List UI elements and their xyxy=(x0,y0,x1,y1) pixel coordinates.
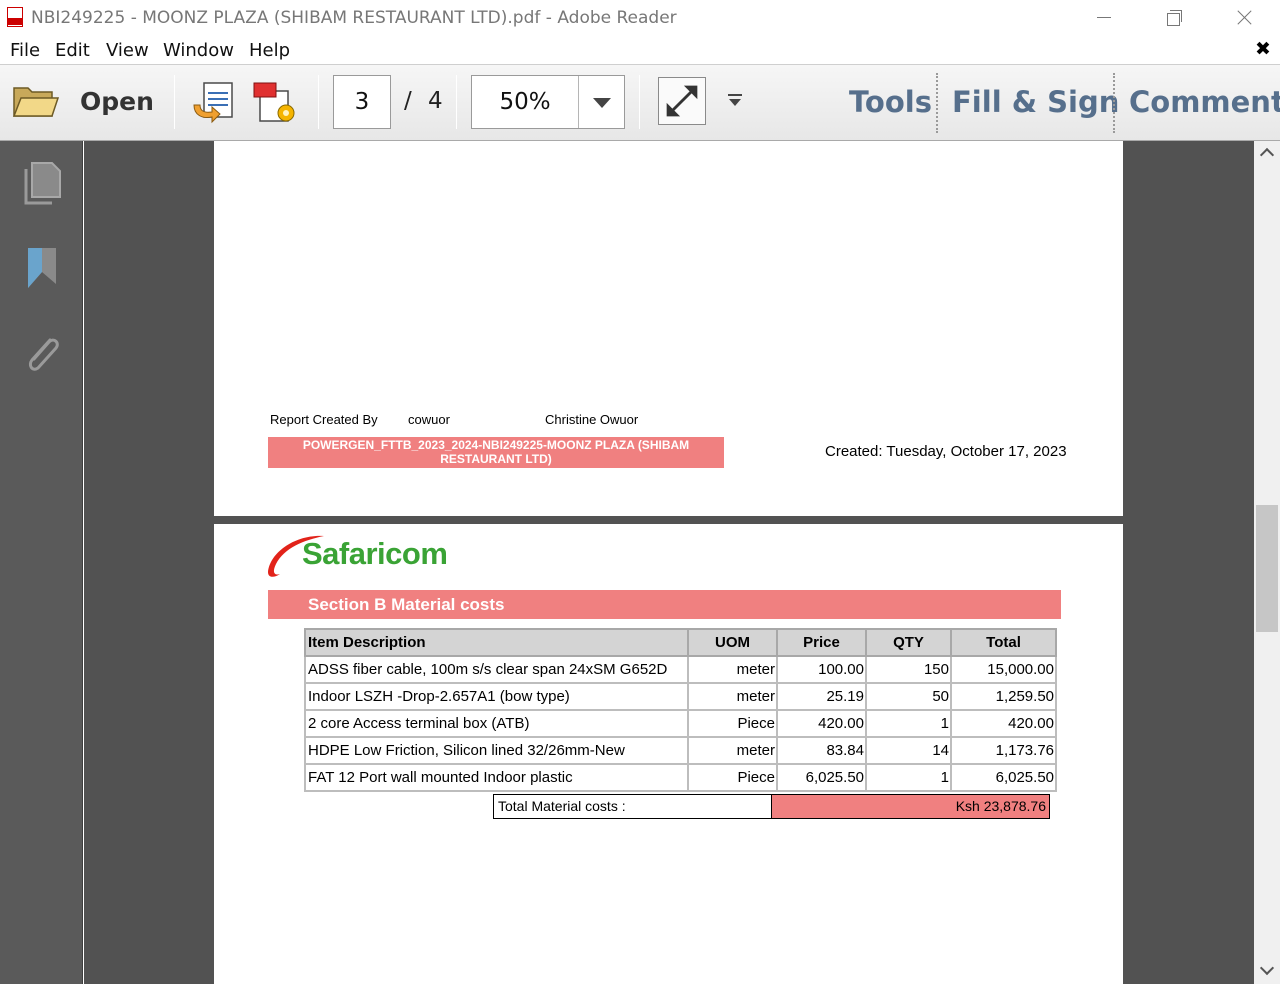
pdf-app-icon xyxy=(7,7,23,27)
pdf-page-3: Report Created By cowuor Christine Owuor… xyxy=(214,141,1123,516)
document-viewport: Report Created By cowuor Christine Owuor… xyxy=(84,141,1254,984)
cell-total: 420.00 xyxy=(950,709,1057,738)
cell-uom: meter xyxy=(687,736,778,765)
comment-pane-button[interactable]: Comment xyxy=(1129,85,1280,119)
export-pdf-icon[interactable] xyxy=(190,79,238,125)
toolbar: Open 3 / 4 50% Tools Fill & Sign Comment xyxy=(0,65,1280,141)
adobe-reader-window: NBI249225 - MOONZ PLAZA (SHIBAM RESTAURA… xyxy=(0,0,1280,984)
toolbar-separator xyxy=(174,75,175,129)
total-label: Total Material costs : xyxy=(493,794,772,819)
page-separator: / xyxy=(404,88,412,114)
total-material-costs-row: Total Material costs : Ksh 23,878.76 xyxy=(493,794,1051,819)
cell-total: 6,025.50 xyxy=(950,763,1057,792)
cell-price: 25.19 xyxy=(776,682,867,711)
scroll-up-icon[interactable] xyxy=(1259,147,1275,163)
section-header: Section B Material costs xyxy=(268,590,1061,619)
logo-wordmark: Safaricom xyxy=(302,536,448,571)
menu-window[interactable]: Window xyxy=(163,40,234,61)
cell-price: 6,025.50 xyxy=(776,763,867,792)
expand-arrows-icon xyxy=(666,85,698,117)
section-title: Section B Material costs xyxy=(308,595,505,614)
close-document-icon[interactable]: ✖ xyxy=(1255,38,1271,60)
cell-total: 1,173.76 xyxy=(950,736,1057,765)
full-screen-button[interactable] xyxy=(658,77,706,125)
zoom-value[interactable]: 50% xyxy=(472,76,579,128)
scroll-down-icon[interactable] xyxy=(1259,960,1275,976)
paperclip-icon[interactable] xyxy=(20,330,64,378)
cell-description: FAT 12 Port wall mounted Indoor plastic xyxy=(304,763,689,792)
menu-edit[interactable]: Edit xyxy=(55,40,90,61)
report-user-id: cowuor xyxy=(408,412,450,427)
menu-help[interactable]: Help xyxy=(249,40,290,61)
close-window-button[interactable] xyxy=(1220,4,1266,32)
create-pdf-icon[interactable] xyxy=(252,79,300,125)
restore-button[interactable] xyxy=(1150,4,1196,32)
menu-file[interactable]: File xyxy=(10,40,40,61)
total-pages: 4 xyxy=(428,88,443,114)
title-bar: NBI249225 - MOONZ PLAZA (SHIBAM RESTAURA… xyxy=(0,0,1280,36)
material-cost-table: Item Description UOM Price QTY Total ADS… xyxy=(304,628,1057,792)
tools-pane-button[interactable]: Tools xyxy=(849,85,932,119)
table-header-row: Item Description UOM Price QTY Total xyxy=(304,628,1057,657)
chevron-down-icon[interactable] xyxy=(593,98,611,108)
table-row: ADSS fiber cable, 100m s/s clear span 24… xyxy=(304,655,1057,684)
report-user-name: Christine Owuor xyxy=(545,412,639,427)
cell-qty: 150 xyxy=(865,655,952,684)
vertical-scrollbar[interactable] xyxy=(1254,141,1280,984)
report-created-by-label: Report Created By xyxy=(270,412,378,427)
window-title: NBI249225 - MOONZ PLAZA (SHIBAM RESTAURA… xyxy=(31,8,677,28)
cell-price: 83.84 xyxy=(776,736,867,765)
cell-price: 420.00 xyxy=(776,709,867,738)
table-row: FAT 12 Port wall mounted Indoor plastic … xyxy=(304,763,1057,792)
table-row: Indoor LSZH -Drop-2.657A1 (bow type) met… xyxy=(304,682,1057,711)
toolbar-separator xyxy=(1113,73,1115,133)
header-uom: UOM xyxy=(687,628,778,657)
menu-view[interactable]: View xyxy=(106,40,149,61)
folder-icon[interactable] xyxy=(12,82,60,122)
cell-description: ADSS fiber cable, 100m s/s clear span 24… xyxy=(304,655,689,684)
cell-description: Indoor LSZH -Drop-2.657A1 (bow type) xyxy=(304,682,689,711)
more-tools-icon[interactable] xyxy=(726,93,744,109)
header-total: Total xyxy=(950,628,1057,657)
cell-total: 1,259.50 xyxy=(950,682,1057,711)
cell-uom: meter xyxy=(687,655,778,684)
toolbar-separator xyxy=(936,73,938,133)
pdf-page-4: Safaricom Section B Material costs Item … xyxy=(214,524,1123,984)
cell-qty: 14 xyxy=(865,736,952,765)
cell-description: 2 core Access terminal box (ATB) xyxy=(304,709,689,738)
cell-qty: 1 xyxy=(865,709,952,738)
table-row: 2 core Access terminal box (ATB) Piece 4… xyxy=(304,709,1057,738)
scrollbar-thumb[interactable] xyxy=(1256,505,1278,632)
cell-uom: Piece xyxy=(687,709,778,738)
bookmark-icon[interactable] xyxy=(20,244,64,292)
table-row: HDPE Low Friction, Silicon lined 32/26mm… xyxy=(304,736,1057,765)
cell-uom: meter xyxy=(687,682,778,711)
header-qty: QTY xyxy=(865,628,952,657)
fill-sign-pane-button[interactable]: Fill & Sign xyxy=(952,85,1119,119)
report-banner: POWERGEN_FTTB_2023_2024-NBI249225-MOONZ … xyxy=(268,437,724,468)
cell-total: 15,000.00 xyxy=(950,655,1057,684)
toolbar-separator xyxy=(456,75,457,129)
safaricom-logo: Safaricom xyxy=(266,532,462,580)
toolbar-separator xyxy=(318,75,319,129)
page-number-input[interactable]: 3 xyxy=(333,75,391,129)
header-price: Price xyxy=(776,628,867,657)
cell-price: 100.00 xyxy=(776,655,867,684)
cell-qty: 50 xyxy=(865,682,952,711)
total-value: Ksh 23,878.76 xyxy=(771,794,1050,819)
cell-uom: Piece xyxy=(687,763,778,792)
open-button[interactable]: Open xyxy=(80,87,154,116)
header-item-description: Item Description xyxy=(304,628,689,657)
pages-icon[interactable] xyxy=(20,159,64,207)
cell-description: HDPE Low Friction, Silicon lined 32/26mm… xyxy=(304,736,689,765)
zoom-dropdown[interactable]: 50% xyxy=(471,75,625,129)
navigation-panel xyxy=(0,141,83,984)
toolbar-separator xyxy=(639,75,640,129)
created-date: Created: Tuesday, October 17, 2023 xyxy=(825,443,1067,460)
cell-qty: 1 xyxy=(865,763,952,792)
menu-bar: File Edit View Window Help ✖ xyxy=(0,36,1280,65)
minimize-button[interactable] xyxy=(1081,4,1127,32)
